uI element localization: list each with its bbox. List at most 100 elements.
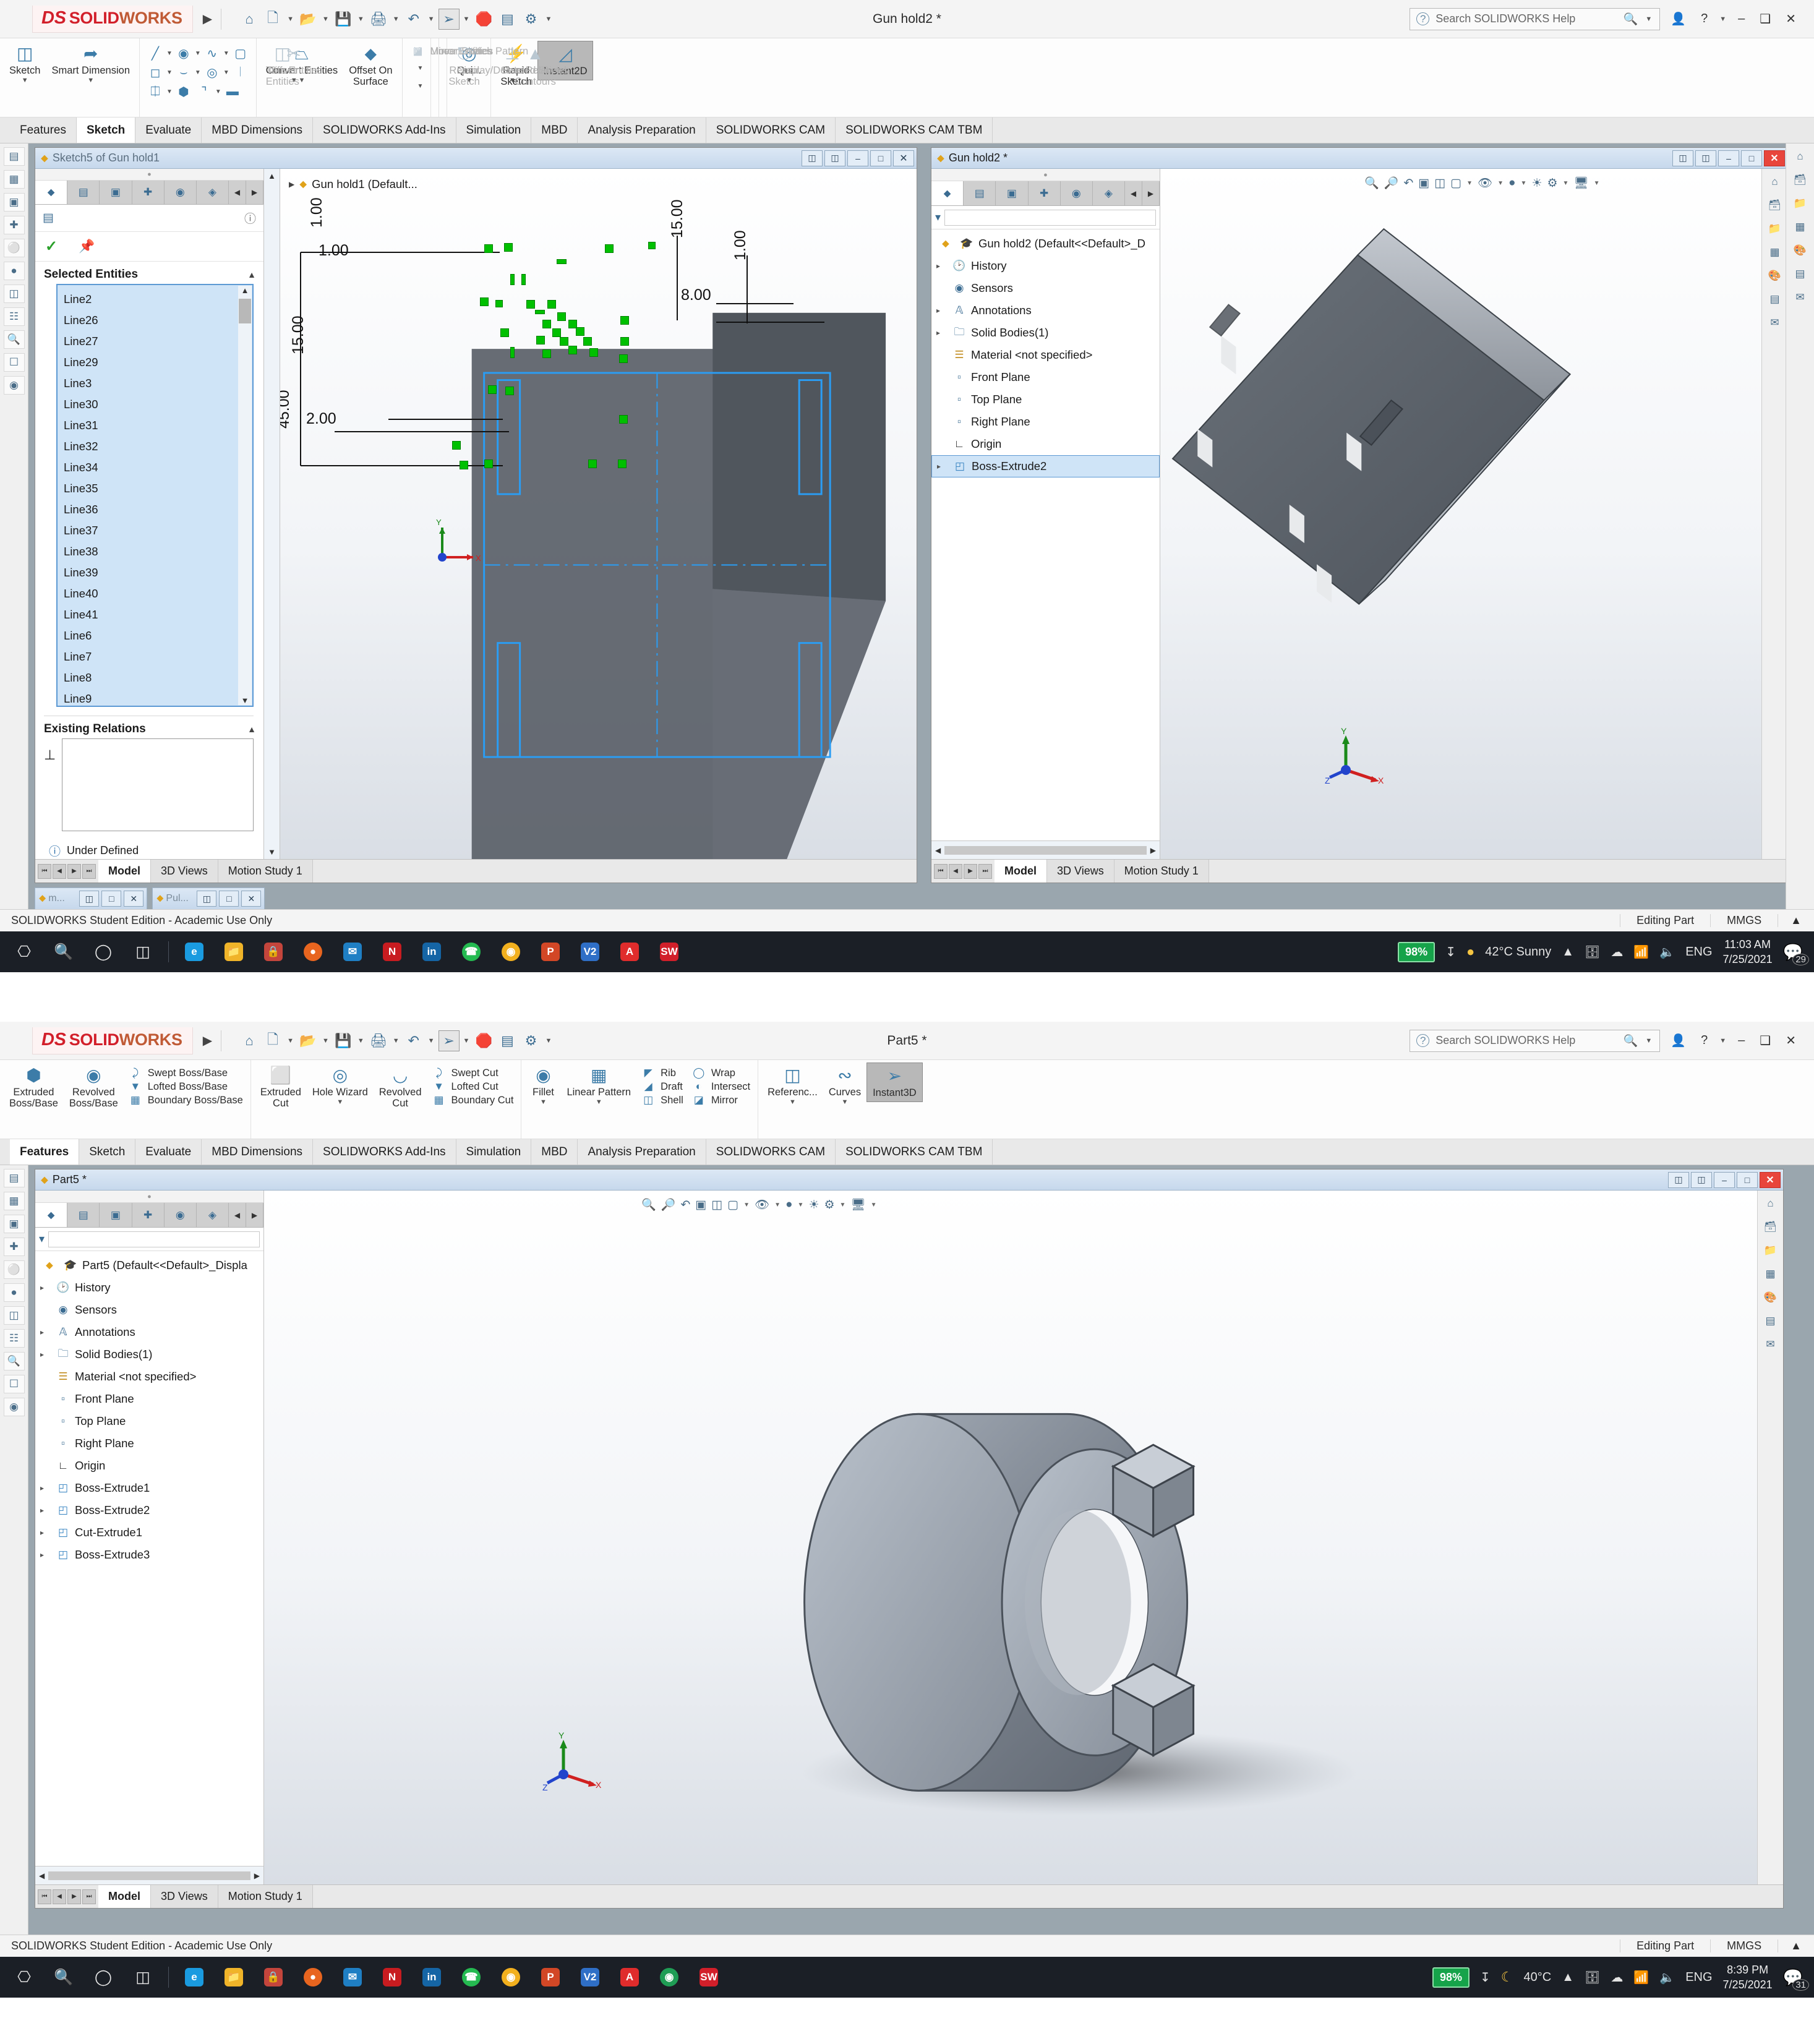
expand-arrow-icon[interactable]: ▸: [40, 1506, 54, 1515]
tree-filter-input[interactable]: [48, 1231, 260, 1247]
expand-arrow-icon[interactable]: ▶: [289, 180, 294, 189]
units-label[interactable]: MMGS: [1710, 1939, 1778, 1952]
scroll-right-icon[interactable]: ▶: [254, 1871, 260, 1880]
tab-dimxpert-manager-icon[interactable]: ✚: [132, 1203, 165, 1227]
view-orientation-icon[interactable]: ◫: [711, 1198, 722, 1212]
custom-properties-icon[interactable]: ▤: [1765, 290, 1785, 309]
first-tab-button[interactable]: ⏮: [38, 863, 51, 879]
doc-tab-model[interactable]: Model: [995, 860, 1047, 883]
notification-center-icon[interactable]: 💬 29: [1783, 943, 1809, 965]
chrome-icon[interactable]: ◉: [492, 1959, 530, 1996]
expand-arrow-icon[interactable]: ▸: [40, 1328, 54, 1336]
firefox-icon[interactable]: ●: [294, 933, 332, 970]
tree-node[interactable]: ▫ Top Plane: [931, 388, 1160, 411]
tab-display-manager-icon[interactable]: ◉: [164, 1203, 197, 1227]
text-icon[interactable]: 𝄀: [231, 64, 250, 81]
tree-node[interactable]: ▸ 🕑 History: [931, 255, 1160, 277]
tab-feature-manager-icon[interactable]: ⬥: [35, 1203, 68, 1227]
doc-tab-3d-views[interactable]: 3D Views: [151, 1885, 218, 1908]
maximize-button[interactable]: □: [219, 891, 239, 907]
linkedin-icon[interactable]: in: [413, 1959, 451, 1996]
view-palette-icon[interactable]: ▦: [1765, 243, 1785, 262]
entity-list-item[interactable]: Line27: [64, 331, 252, 352]
close-button[interactable]: ✕: [1760, 1171, 1781, 1188]
show-hidden-icons-chevron-icon[interactable]: ▲: [1562, 1970, 1574, 1985]
lofted-cut-button[interactable]: ▼ Lofted Cut: [431, 1080, 514, 1093]
next-tab-button[interactable]: ▶: [67, 1889, 81, 1904]
removable-media-icon[interactable]: 🗄: [1585, 944, 1600, 960]
maximize-button[interactable]: □: [1737, 1171, 1758, 1188]
tab-solidworks-cam[interactable]: SOLIDWORKS CAM: [706, 1139, 836, 1165]
scroll-thumb[interactable]: [944, 845, 1147, 855]
tab-simulation[interactable]: Simulation: [456, 118, 532, 143]
dimension-label[interactable]: 1.00: [319, 242, 349, 260]
graphics-area-part5[interactable]: 🔍 🔎 ↶ ▣ ◫ ▢ ▼ 👁 ▼ ● ▼ ☀ ⚙ ▼ �: [264, 1191, 1783, 1884]
panel-tab-prev-button[interactable]: ◀: [1125, 181, 1143, 205]
hole-wizard-button[interactable]: ◎ Hole Wizard ▼: [307, 1063, 374, 1109]
wifi-icon[interactable]: 📶: [1633, 944, 1649, 960]
expand-arrow-icon[interactable]: ▸: [40, 1484, 54, 1492]
task-view-icon[interactable]: ◫: [124, 1959, 162, 1996]
rail-display-manager-icon[interactable]: ⚪: [3, 239, 25, 257]
scroll-thumb[interactable]: [48, 1871, 250, 1880]
scroll-down-icon[interactable]: ▼: [268, 847, 276, 857]
instant3d-button[interactable]: ➢ Instant3D: [866, 1063, 923, 1102]
prev-tab-button[interactable]: ◀: [53, 863, 66, 879]
rail-feature-tree-icon[interactable]: ▤: [3, 1169, 25, 1187]
tree-node[interactable]: ▸ ◰ Cut-Extrude1: [35, 1521, 263, 1544]
battery-badge[interactable]: 98%: [1398, 941, 1435, 962]
rail-property-manager-icon[interactable]: ▦: [3, 1192, 25, 1210]
last-tab-button[interactable]: ⏭: [82, 863, 96, 879]
hide-show-icon[interactable]: 👁: [755, 1197, 769, 1212]
removable-media-icon[interactable]: 🗄: [1585, 1970, 1600, 1985]
chevron-down-icon[interactable]: ▼: [1497, 180, 1504, 187]
dimension-label[interactable]: 8.00: [681, 286, 711, 304]
tab-evaluate[interactable]: Evaluate: [135, 118, 202, 143]
chevron-down-icon[interactable]: ▼: [1521, 180, 1527, 187]
panel-tab-next-button[interactable]: ▶: [246, 181, 264, 204]
start-button[interactable]: ⎔: [5, 1959, 43, 1996]
edge-icon[interactable]: e: [175, 933, 213, 970]
tree-node[interactable]: ▸ ◰ Boss-Extrude1: [35, 1477, 263, 1499]
tab-appearance-icon[interactable]: ◈: [196, 1203, 229, 1227]
dimension-label[interactable]: 45.00: [280, 390, 293, 429]
tab-sketch[interactable]: Sketch: [79, 1139, 136, 1165]
arc-icon[interactable]: ⌣: [174, 64, 193, 81]
chevron-down-icon[interactable]: ▼: [166, 50, 173, 57]
lofted-boss-base-button[interactable]: ▼ Lofted Boss/Base: [127, 1080, 243, 1093]
minimize-button[interactable]: –: [847, 150, 868, 166]
scroll-right-icon[interactable]: ▶: [1150, 846, 1156, 855]
units-chevron-icon[interactable]: ▲: [1778, 914, 1814, 927]
last-tab-button[interactable]: ⏭: [82, 1889, 96, 1904]
edge-icon[interactable]: e: [175, 1959, 213, 1996]
doc-tab-motion-study[interactable]: Motion Study 1: [218, 860, 313, 883]
v2-app-icon[interactable]: V2: [571, 1959, 609, 1996]
entity-list-item[interactable]: Line40: [64, 583, 252, 604]
apply-scene-icon[interactable]: ☀: [1531, 176, 1542, 190]
tab-property-manager-icon[interactable]: ▤: [67, 1203, 100, 1227]
extruded-boss-base-button[interactable]: ⬢ Extruded Boss/Base: [4, 1063, 64, 1112]
close-button[interactable]: ✕: [241, 891, 262, 907]
panel-splitter[interactable]: ●: [35, 169, 263, 181]
slot-icon[interactable]: ⎅: [146, 83, 165, 100]
scroll-left-icon[interactable]: ◀: [39, 1871, 45, 1880]
tile-horizontal-button[interactable]: ◫: [802, 150, 823, 166]
entity-list-item[interactable]: Line9: [64, 688, 252, 706]
minimize-button[interactable]: –: [1714, 1171, 1735, 1188]
previous-view-icon[interactable]: ↶: [680, 1198, 690, 1212]
zoom-to-area-icon[interactable]: 🔎: [661, 1197, 676, 1212]
home-icon[interactable]: ⌂: [1790, 147, 1810, 166]
appearances-icon[interactable]: 🎨: [1790, 241, 1810, 260]
tab-solidworks-add-ins[interactable]: SOLIDWORKS Add-Ins: [313, 118, 456, 143]
chevron-down-icon[interactable]: ▼: [1563, 180, 1569, 187]
filter-funnel-icon[interactable]: ▾: [39, 1233, 45, 1246]
mirror-button[interactable]: ◪ Mirror: [691, 1094, 750, 1106]
help-icon[interactable]: ⓘ: [244, 210, 256, 226]
maximize-button[interactable]: □: [101, 891, 122, 907]
expand-arrow-icon[interactable]: ▸: [40, 1550, 54, 1559]
rail-search-icon[interactable]: 🔍: [3, 330, 25, 349]
tree-node[interactable]: ▸ ◰ Boss-Extrude3: [35, 1544, 263, 1566]
units-label[interactable]: MMGS: [1710, 914, 1778, 927]
tree-node[interactable]: ▫ Top Plane: [35, 1410, 263, 1432]
minimize-button[interactable]: –: [1718, 150, 1739, 166]
